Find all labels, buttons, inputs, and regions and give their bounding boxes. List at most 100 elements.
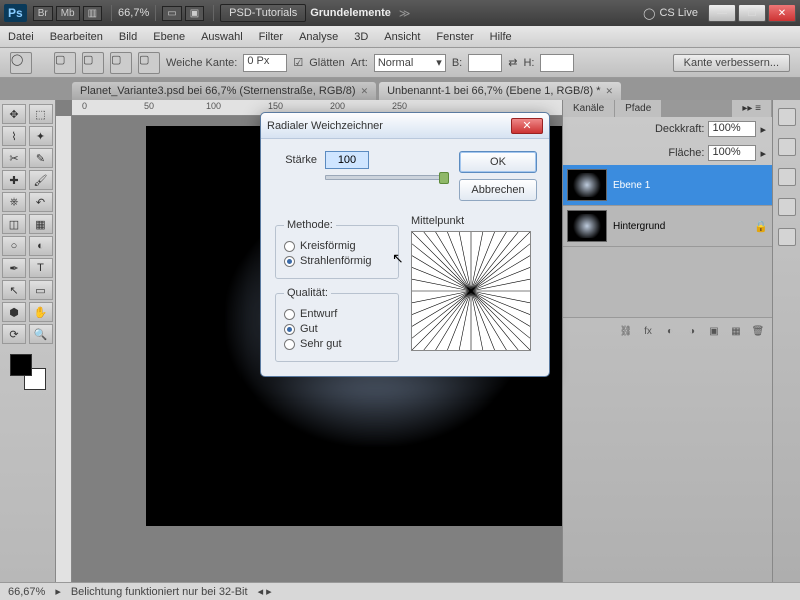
blur-center-preview[interactable] [411,231,531,351]
psd-tutorials-button[interactable]: PSD-Tutorials [220,4,306,22]
type-tool[interactable]: T [29,258,53,278]
radio-spin[interactable]: Kreisförmig [284,240,390,252]
lasso-tool[interactable]: ⌇ [2,126,26,146]
tab-pfade[interactable]: Pfade [615,100,661,117]
tab-kanale[interactable]: Kanäle [563,100,614,117]
menu-ansicht[interactable]: Ansicht [384,31,420,43]
menu-analyse[interactable]: Analyse [299,31,338,43]
fill-input[interactable]: 100% [708,145,756,161]
crop-tool[interactable]: ✂ [2,148,26,168]
ok-button[interactable]: OK [459,151,537,173]
shape-tool[interactable]: ▭ [29,280,53,300]
eraser-tool[interactable]: ◫ [2,214,26,234]
feather-input[interactable]: 0 Px [243,54,287,72]
selection-new-icon[interactable]: ▢ [54,52,76,74]
menu-bild[interactable]: Bild [119,31,137,43]
close-button[interactable]: ✕ [768,4,796,22]
folder-icon[interactable]: ▣ [706,324,722,338]
layers-list: Ebene 1 Hintergrund 🔒 [563,165,772,317]
dialog-close-button[interactable]: ✕ [511,118,543,134]
brush-tool[interactable]: 🖌 [29,170,53,190]
width-input[interactable] [468,54,502,72]
history-tool[interactable]: ↶ [29,192,53,212]
close-icon[interactable]: ✕ [361,86,369,97]
screen-icon[interactable]: ▣ [185,6,204,21]
layer-row[interactable]: Ebene 1 [563,165,772,206]
layer-thumb[interactable] [567,169,607,201]
cs-live-button[interactable]: CS Live [659,7,698,19]
move-tool[interactable]: ✥ [2,104,26,124]
maximize-button[interactable]: ☐ [738,4,766,22]
pen-tool[interactable]: ✒ [2,258,26,278]
color-swatch[interactable] [10,354,46,390]
selection-add-icon[interactable]: ▢ [82,52,104,74]
path-tool[interactable]: ↖ [2,280,26,300]
panel-menu-icon[interactable]: ▸▸ ≡ [732,100,771,117]
layer-row[interactable]: Hintergrund 🔒 [563,206,772,247]
zoom-status[interactable]: 66,67% [8,586,45,598]
panels: Kanäle Pfade ▸▸ ≡ Deckkraft:100%▸ Fläche… [562,100,772,582]
layer-name[interactable]: Ebene 1 [613,180,768,191]
height-input[interactable] [540,54,574,72]
menu-datei[interactable]: Datei [8,31,34,43]
history-icon[interactable] [778,228,796,246]
workspace-label[interactable]: Grundelemente [310,7,391,19]
layer-thumb[interactable] [567,210,607,242]
zoom-level[interactable]: 66,7% [118,7,149,19]
eyedropper-tool[interactable]: ✎ [29,148,53,168]
cancel-button[interactable]: Abbrechen [459,179,537,201]
swatches-icon[interactable] [778,108,796,126]
new-layer-icon[interactable]: ▦ [728,324,744,338]
layer-name[interactable]: Hintergrund [613,221,748,232]
gradient-tool[interactable]: ▦ [29,214,53,234]
doc-tab-1[interactable]: Planet_Variante3.psd bei 66,7% (Sternens… [72,82,376,100]
doc-tab-2[interactable]: Unbenannt-1 bei 66,7% (Ebene 1, RGB/8) *… [379,82,621,100]
minimize-button[interactable]: — [708,4,736,22]
antialias-checkbox[interactable]: ☑ [293,56,303,69]
marquee-tool[interactable]: ⬚ [29,104,53,124]
trash-icon[interactable]: 🗑 [750,324,766,338]
mask-icon[interactable]: ◐ [662,324,678,338]
view-icon[interactable]: ▭ [162,6,181,21]
layout-icon[interactable]: ▥ [83,6,102,21]
close-icon[interactable]: ✕ [606,86,614,97]
adjust-icon[interactable] [778,168,796,186]
opacity-input[interactable]: 100% [708,121,756,137]
menu-bearbeiten[interactable]: Bearbeiten [50,31,103,43]
current-tool-icon[interactable]: ◯ [10,52,32,74]
adjust-icon[interactable]: ◑ [684,324,700,338]
stamp-tool[interactable]: ⎈ [2,192,26,212]
br-button[interactable]: Br [33,6,53,21]
dodge-tool[interactable]: ◐ [29,236,53,256]
heal-tool[interactable]: ✚ [2,170,26,190]
refine-edge-button[interactable]: Kante verbessern... [673,54,790,72]
fx-icon[interactable]: fx [640,324,656,338]
selection-int-icon[interactable]: ▢ [138,52,160,74]
menu-fenster[interactable]: Fenster [436,31,473,43]
zoom-tool[interactable]: 🔍 [29,324,53,344]
menu-auswahl[interactable]: Auswahl [201,31,243,43]
selection-sub-icon[interactable]: ▢ [110,52,132,74]
style-dropdown[interactable]: Normal▾ [374,54,446,72]
menu-3d[interactable]: 3D [354,31,368,43]
menu-ebene[interactable]: Ebene [153,31,185,43]
radio-good[interactable]: Gut [284,323,390,335]
color-icon[interactable] [778,138,796,156]
radio-zoom[interactable]: Strahlenförmig [284,255,390,267]
strength-input[interactable] [325,151,369,169]
styles-icon[interactable] [778,198,796,216]
strength-slider[interactable] [325,175,445,180]
menu-filter[interactable]: Filter [259,31,283,43]
height-label: H: [523,57,534,69]
3d-tool[interactable]: ⬢ [2,302,26,322]
blur-tool[interactable]: ○ [2,236,26,256]
wand-tool[interactable]: ✦ [29,126,53,146]
hand-tool[interactable]: ✋ [29,302,53,322]
mb-button[interactable]: Mb [56,6,80,21]
radio-draft[interactable]: Entwurf [284,308,390,320]
dialog-header[interactable]: Radialer Weichzeichner ✕ [261,113,549,139]
rotate-tool[interactable]: ⟳ [2,324,26,344]
radio-best[interactable]: Sehr gut [284,338,390,350]
link-icon[interactable]: ⛓ [618,324,634,338]
menu-hilfe[interactable]: Hilfe [490,31,512,43]
